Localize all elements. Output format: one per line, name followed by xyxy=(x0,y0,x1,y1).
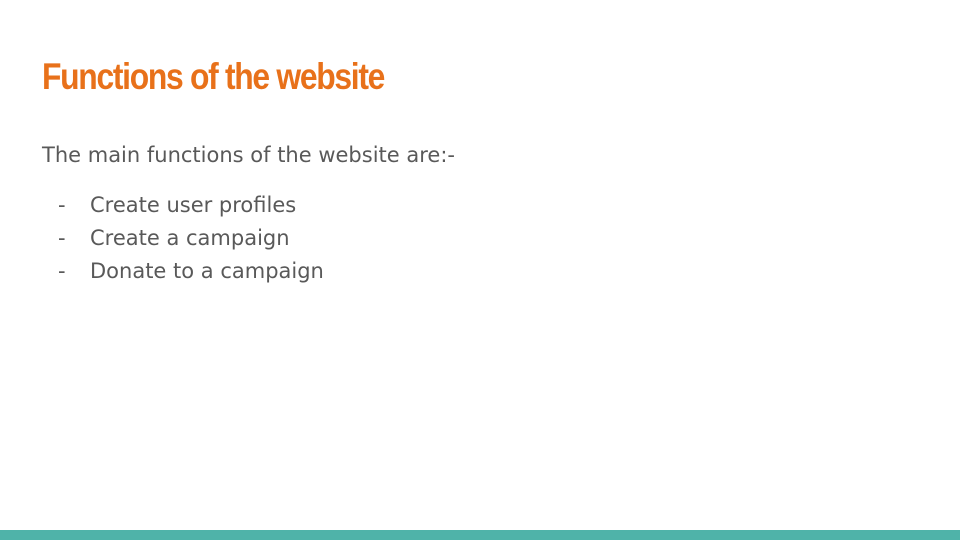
bullet-marker: - xyxy=(58,193,66,217)
bullet-text: Create user profiles xyxy=(90,193,297,217)
bullet-text: Donate to a campaign xyxy=(90,259,324,283)
bullet-text: Create a campaign xyxy=(90,226,290,250)
bullet-marker: - xyxy=(58,259,66,283)
footer-accent-bar xyxy=(0,530,960,540)
slide: Functions of the website The main functi… xyxy=(0,0,960,540)
bullet-marker: - xyxy=(58,226,66,250)
slide-title: Functions of the website xyxy=(42,56,385,97)
intro-text: The main functions of the website are:- xyxy=(42,143,455,167)
